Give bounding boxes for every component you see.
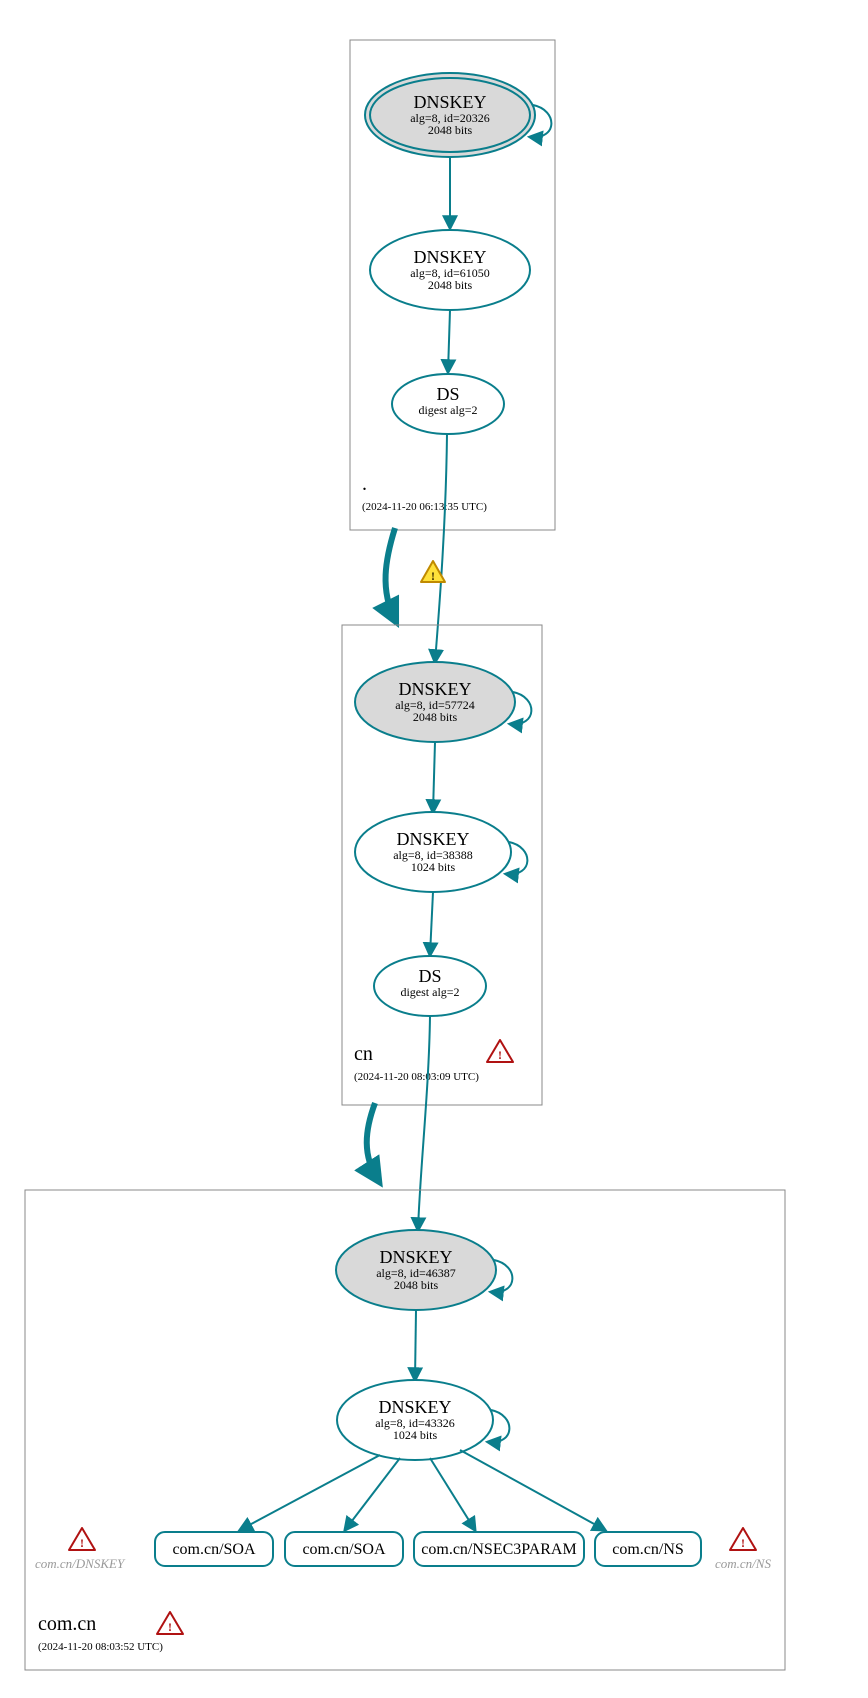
zone-comcn: DNSKEY alg=8, id=46387 2048 bits DNSKEY … <box>25 1190 785 1670</box>
zone-cn: DNSKEY alg=8, id=57724 2048 bits DNSKEY … <box>342 625 542 1105</box>
error-icon-comcn-dnskey: ! <box>69 1528 95 1550</box>
comcn-ksk-bits: 2048 bits <box>394 1278 439 1292</box>
zone-cn-name: cn <box>354 1043 373 1065</box>
edge-zsk-rr3 <box>460 1450 605 1530</box>
dnssec-diagram: DNSKEY alg=8, id=20326 2048 bits DNSKEY … <box>0 0 868 1698</box>
root-ksk-node: DNSKEY alg=8, id=20326 2048 bits <box>365 73 535 157</box>
error-icon-cn: ! <box>487 1040 513 1062</box>
comcn-zsk-bits: 1024 bits <box>393 1428 438 1442</box>
svg-text:!: ! <box>498 1048 502 1062</box>
svg-text:com.cn/SOA: com.cn/SOA <box>302 1541 386 1558</box>
zone-root-ts: (2024-11-20 06:13:35 UTC) <box>362 501 487 513</box>
edge-cn-to-comcn-thick <box>367 1103 378 1180</box>
cn-zsk-title: DNSKEY <box>396 829 469 849</box>
root-ksk-title: DNSKEY <box>413 92 486 112</box>
root-zsk-title: DNSKEY <box>413 247 486 267</box>
svg-text:!: ! <box>168 1620 172 1634</box>
edge-cn-ds-to-comcn-ksk <box>418 1016 430 1230</box>
cn-ds-node: DS digest alg=2 <box>374 956 486 1016</box>
cn-ksk-node: DNSKEY alg=8, id=57724 2048 bits <box>355 662 515 742</box>
svg-text:com.cn/SOA: com.cn/SOA <box>172 1541 256 1558</box>
root-ksk-bits: 2048 bits <box>428 123 473 137</box>
zone-root: DNSKEY alg=8, id=20326 2048 bits DNSKEY … <box>350 40 555 530</box>
zone-comcn-name: com.cn <box>38 1613 96 1635</box>
edge-root-zsk-ds <box>448 310 450 372</box>
rr-box-2: com.cn/NSEC3PARAM <box>414 1532 584 1566</box>
svg-text:!: ! <box>741 1536 745 1550</box>
cn-ksk-title: DNSKEY <box>398 679 471 699</box>
svg-text:!: ! <box>431 569 435 583</box>
cn-zsk-bits: 1024 bits <box>411 860 456 874</box>
edge-zsk-rr2 <box>430 1458 475 1530</box>
edge-zsk-rr0 <box>240 1455 380 1530</box>
root-ds-node: DS digest alg=2 <box>392 374 504 434</box>
cn-ds-title: DS <box>418 966 441 986</box>
comcn-zsk-node: DNSKEY alg=8, id=43326 1024 bits <box>337 1380 493 1460</box>
cn-ksk-bits: 2048 bits <box>413 710 458 724</box>
svg-text:!: ! <box>80 1536 84 1550</box>
ghost-label-ns: com.cn/NS <box>715 1556 771 1571</box>
error-icon-comcn-ns: ! <box>730 1528 756 1550</box>
comcn-ksk-title: DNSKEY <box>379 1247 452 1267</box>
comcn-zsk-title: DNSKEY <box>378 1397 451 1417</box>
root-zsk-bits: 2048 bits <box>428 278 473 292</box>
rr-box-0: com.cn/SOA <box>155 1532 273 1566</box>
cn-zsk-node: DNSKEY alg=8, id=38388 1024 bits <box>355 812 511 892</box>
edge-cn-ksk-zsk <box>433 742 435 812</box>
comcn-ksk-node: DNSKEY alg=8, id=46387 2048 bits <box>336 1230 496 1310</box>
edge-root-ds-to-cn-ksk <box>435 434 447 662</box>
zone-comcn-ts: (2024-11-20 08:03:52 UTC) <box>38 1641 163 1653</box>
zone-cn-ts: (2024-11-20 08:03:09 UTC) <box>354 1071 479 1083</box>
edge-comcn-ksk-zsk <box>415 1310 416 1380</box>
edge-root-to-cn-thick <box>386 528 395 620</box>
edge-cn-zsk-ds <box>430 892 433 955</box>
ghost-label-dnskey: com.cn/DNSKEY <box>35 1556 126 1571</box>
rr-box-3: com.cn/NS <box>595 1532 701 1566</box>
zone-root-name: . <box>362 473 367 495</box>
svg-text:com.cn/NSEC3PARAM: com.cn/NSEC3PARAM <box>421 1541 576 1558</box>
root-ds-digest: digest alg=2 <box>418 403 477 417</box>
cn-ds-digest: digest alg=2 <box>400 985 459 999</box>
svg-text:com.cn/NS: com.cn/NS <box>612 1541 684 1558</box>
error-icon-comcn-zone: ! <box>157 1612 183 1634</box>
rr-box-1: com.cn/SOA <box>285 1532 403 1566</box>
root-zsk-node: DNSKEY alg=8, id=61050 2048 bits <box>370 230 530 310</box>
root-ds-title: DS <box>436 384 459 404</box>
